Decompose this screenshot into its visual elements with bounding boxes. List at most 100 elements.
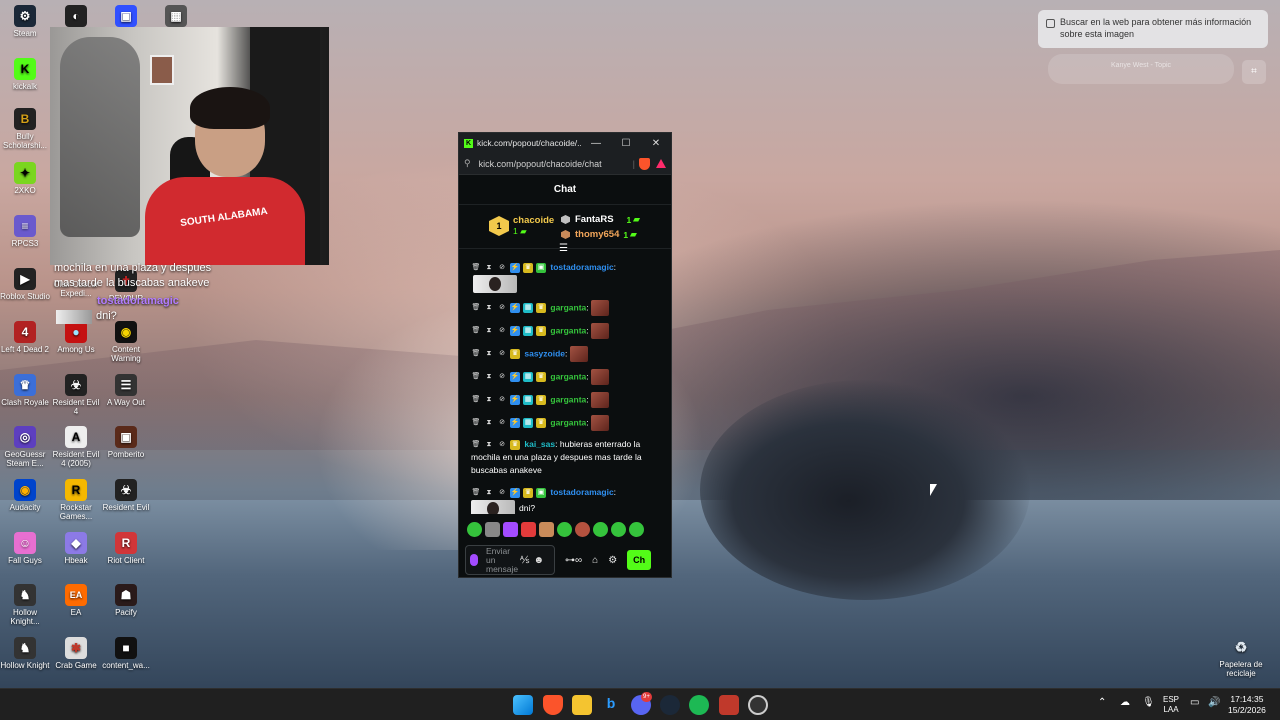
search-image-prompt[interactable]: Buscar en la web para obtener más inform… — [1038, 10, 1268, 48]
desktop-icon-2xko[interactable]: ✦ 2XKO — [0, 162, 50, 195]
timeout-icon[interactable]: ⧗ — [484, 440, 494, 450]
mic-tray-icon[interactable]: 🎙 — [1142, 698, 1155, 708]
ban-icon[interactable]: ⊘ — [497, 440, 507, 450]
language-indicator[interactable]: ESP LAA — [1163, 695, 1179, 715]
timeout-icon[interactable]: ⧗ — [484, 303, 494, 313]
maximize-button[interactable]: ☐ — [611, 138, 641, 149]
timeout-icon[interactable]: ⧗ — [484, 326, 494, 336]
trash-icon[interactable]: 🗑 — [471, 418, 481, 428]
desktop-icon-pomberito[interactable]: ▣ Pomberito — [101, 426, 151, 459]
chat-message[interactable]: 🗑 ⧗ ⊘ ♛ sasyzoide: — [459, 344, 671, 364]
desktop-icon-rockstar[interactable]: R Rockstar Games... — [51, 479, 101, 521]
desktop-icon-top-2[interactable]: ◐ — [51, 5, 101, 29]
emote-icon[interactable] — [611, 521, 626, 537]
brave-shield-icon[interactable] — [639, 157, 650, 170]
desktop-icon-rpcs3[interactable]: ≡ RPCS3 — [0, 215, 50, 248]
store-icon[interactable]: ⌂ — [592, 555, 598, 566]
emote-icon[interactable] — [629, 521, 644, 537]
obs-icon[interactable] — [748, 695, 768, 715]
tray-chevron-icon[interactable]: ⌃ — [1098, 698, 1106, 708]
settings-gear-icon[interactable]: ⚙ — [608, 555, 617, 566]
address-bar[interactable]: ⚲ kick.com/popout/chacoide/chat | — [459, 153, 671, 175]
ban-icon[interactable]: ⊘ — [497, 349, 507, 359]
desktop-icon-clash-royale[interactable]: ♛ Clash Royale — [0, 374, 50, 407]
file-explorer-icon[interactable] — [572, 695, 592, 715]
windows-start-icon[interactable] — [513, 695, 533, 715]
chat-message[interactable]: 🗑 ⧗ ⊘ ⚡ ▦ ♛ garganta: — [459, 367, 671, 387]
brave-rewards-icon[interactable] — [656, 159, 666, 168]
close-button[interactable]: ✕ — [641, 138, 671, 149]
emote-icon[interactable] — [521, 521, 536, 537]
chat-username[interactable]: tostadoramagic — [550, 487, 613, 497]
trash-icon[interactable]: 🗑 — [471, 440, 481, 450]
desktop-icon-geoguessr[interactable]: ◎ GeoGuessr Steam E... — [0, 426, 50, 468]
desktop-icon-fall-guys[interactable]: ☺ Fall Guys — [0, 532, 50, 565]
desktop-icon-bully[interactable]: B Bully Scholarshi... — [0, 108, 50, 150]
desktop-icon-ea[interactable]: EA EA — [51, 584, 101, 617]
spotify-icon[interactable] — [689, 695, 709, 715]
timeout-icon[interactable]: ⧗ — [484, 395, 494, 405]
mic-icon[interactable] — [470, 554, 478, 566]
desktop-icon-resident-evil-4-2005[interactable]: A Resident Evil 4 (2005) — [51, 426, 101, 468]
desktop-icon-among-us[interactable]: ● Among Us — [51, 321, 101, 354]
url-text[interactable]: kick.com/popout/chacoide/chat — [479, 159, 633, 169]
ban-icon[interactable]: ⊘ — [497, 488, 507, 498]
chat-send-button[interactable]: Ch — [627, 550, 652, 570]
trash-icon[interactable]: 🗑 — [471, 263, 481, 273]
emote-icon[interactable] — [467, 521, 482, 537]
trash-icon[interactable]: 🗑 — [471, 326, 481, 336]
chat-username[interactable]: garganta — [550, 394, 586, 404]
chat-input[interactable]: Enviar un mensaje ⅍ ☻ — [465, 545, 555, 575]
desktop-icon-hbeak[interactable]: ◆ Hbeak — [51, 532, 101, 565]
emote-icon[interactable] — [539, 521, 554, 537]
capture-app-icon[interactable] — [719, 695, 739, 715]
network-icon[interactable]: ▭ — [1190, 698, 1199, 708]
ban-icon[interactable]: ⊘ — [497, 326, 507, 336]
points-icon[interactable]: ⊶∞ — [565, 555, 582, 566]
desktop-icon-hollow-knight[interactable]: ♞ Hollow Knight — [0, 637, 50, 670]
desktop-icon-crab-game[interactable]: ✱ Crab Game — [51, 637, 101, 670]
chat-messages[interactable]: 🗑 ⧗ ⊘ ⚡ ♛ ▣ tostadoramagic: 🗑 ⧗ ⊘ ⚡ ▦ ♛ … — [459, 259, 671, 514]
desktop-icon-resident-evil-4[interactable]: ☣ Resident Evil 4 — [51, 374, 101, 416]
timeout-icon[interactable]: ⧗ — [484, 418, 494, 428]
brave-browser-icon[interactable] — [543, 695, 563, 715]
site-settings-icon[interactable]: ⚲ — [464, 158, 471, 169]
leaderboard-third[interactable]: thomy654 1 ▰ — [561, 229, 637, 240]
desktop-icon-content-wa[interactable]: ■ content_wa... — [101, 637, 151, 670]
kick-chat-popup-window[interactable]: K kick.com/popout/chacoide/... — ☐ ✕ ⚲ k… — [458, 132, 672, 578]
emote-icon[interactable] — [575, 521, 590, 537]
emote-icon[interactable] — [593, 521, 608, 537]
scan-icon[interactable]: ⌗ — [1242, 60, 1266, 84]
desktop-icon-steam[interactable]: ⚙ Steam — [0, 5, 50, 38]
chat-message[interactable]: 🗑 ⧗ ⊘ ⚡ ▦ ♛ garganta: — [459, 321, 671, 341]
quick-emote-bar[interactable] — [459, 519, 671, 539]
desktop-icon-audacity[interactable]: ◉ Audacity — [0, 479, 50, 512]
emote-icon[interactable] — [557, 521, 572, 537]
desktop-icon-kickalk[interactable]: K kickalk — [0, 58, 50, 91]
expand-chevron-icon[interactable]: ☰ — [559, 243, 568, 254]
trash-icon[interactable]: 🗑 — [471, 349, 481, 359]
chat-username[interactable]: garganta — [550, 302, 586, 312]
chat-message[interactable]: 🗑 ⧗ ⊘ ⚡ ▦ ♛ garganta: — [459, 298, 671, 318]
trash-icon[interactable]: 🗑 — [471, 303, 481, 313]
timeout-icon[interactable]: ⧗ — [484, 488, 494, 498]
desktop-icon-pacify[interactable]: ☗ Pacify — [101, 584, 151, 617]
timeout-icon[interactable]: ⧗ — [484, 263, 494, 273]
slash-command-icon[interactable]: ⅍ — [520, 555, 529, 566]
emoji-icon[interactable]: ☻ — [533, 555, 544, 566]
chat-username[interactable]: garganta — [550, 325, 586, 335]
chat-username[interactable]: garganta — [550, 417, 586, 427]
trash-icon[interactable]: 🗑 — [471, 395, 481, 405]
desktop-icon-hollow-knight-silksong[interactable]: ♞ Hollow Knight... — [0, 584, 50, 626]
desktop-icon-top-3[interactable]: ▣ — [101, 5, 151, 29]
leaderboard-second[interactable]: FantaRS 1 ▰ — [561, 214, 640, 225]
ban-icon[interactable]: ⊘ — [497, 418, 507, 428]
ban-icon[interactable]: ⊘ — [497, 372, 507, 382]
desktop-icon-content-warning[interactable]: ◉ Content Warning — [101, 321, 151, 363]
desktop-icon-roblox-studio[interactable]: ▶ Roblox Studio — [0, 268, 50, 301]
chat-message[interactable]: 🗑 ⧗ ⊘ ⚡ ♛ ▣ tostadoramagic: dni? — [459, 484, 671, 514]
desktop-icon-resident-evil[interactable]: ☣ Resident Evil — [101, 479, 151, 512]
trash-icon[interactable]: 🗑 — [471, 488, 481, 498]
steam-taskbar-icon[interactable] — [660, 695, 680, 715]
ban-icon[interactable]: ⊘ — [497, 303, 507, 313]
